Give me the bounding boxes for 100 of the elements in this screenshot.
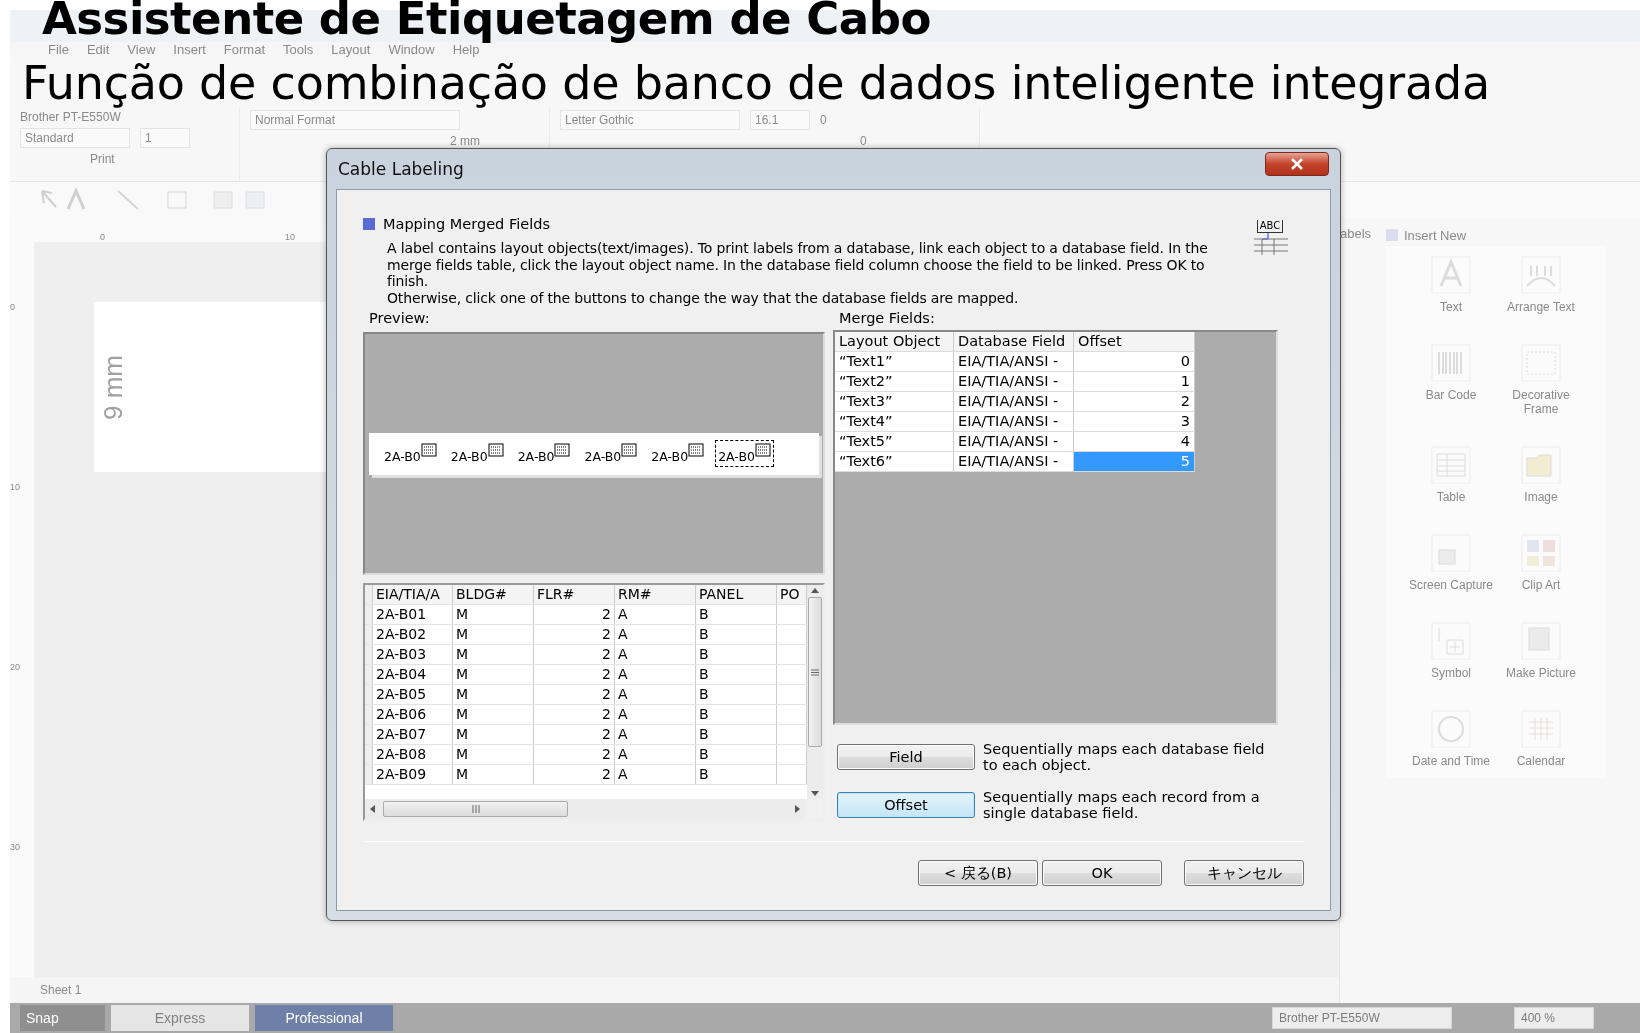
printer-name: Brother PT-E550W bbox=[20, 110, 121, 124]
table-icon bbox=[554, 443, 571, 457]
column-header[interactable]: Layout Object bbox=[835, 332, 954, 351]
table-cell: A bbox=[615, 765, 696, 784]
table-cell: A bbox=[615, 685, 696, 704]
dialog-title: Cable Labeling bbox=[338, 159, 464, 179]
row-header[interactable] bbox=[365, 725, 373, 744]
row-header[interactable] bbox=[365, 685, 373, 704]
table-cell: A bbox=[615, 625, 696, 644]
vertical-scrollbar[interactable] bbox=[807, 585, 823, 799]
picture-icon[interactable] bbox=[1521, 622, 1561, 660]
ruler-number: 0 bbox=[10, 302, 16, 312]
square-icon bbox=[363, 218, 375, 230]
square-icon bbox=[1386, 229, 1398, 241]
cancel-button[interactable]: キャンセル bbox=[1184, 860, 1304, 886]
horizontal-scrollbar[interactable] bbox=[365, 799, 805, 819]
column-header[interactable]: PO bbox=[777, 585, 807, 604]
clock-icon[interactable] bbox=[1431, 710, 1471, 748]
scroll-thumb[interactable] bbox=[808, 597, 822, 747]
insert-item-label: Symbol bbox=[1431, 666, 1471, 680]
barcode-icon[interactable] bbox=[1431, 344, 1471, 382]
abc-label: ABC bbox=[1256, 220, 1284, 233]
preview-label-item[interactable]: 2A-B0 bbox=[715, 440, 774, 467]
ruler-number: 0 bbox=[100, 232, 105, 242]
table-icon bbox=[621, 443, 638, 457]
mapping-button[interactable]: Offset bbox=[837, 792, 975, 818]
row-header[interactable] bbox=[365, 705, 373, 724]
zoom-dropdown[interactable]: 400 % bbox=[1514, 1007, 1594, 1029]
insert-item-label: Date and Time bbox=[1411, 754, 1490, 768]
merge-fields-label: Merge Fields: bbox=[838, 310, 936, 328]
ruler-number: 10 bbox=[285, 232, 296, 242]
headline-subtitle: Função de combinação de banco de dados inteligente integrada bbox=[22, 58, 1490, 108]
row-header[interactable] bbox=[365, 585, 373, 604]
insert-item-label: Image bbox=[1524, 490, 1558, 504]
printer-dropdown[interactable]: Brother PT-E550W bbox=[1272, 1007, 1452, 1029]
preview-label-item[interactable]: 2A-B0 bbox=[514, 440, 574, 467]
indent-value: 0 bbox=[859, 134, 867, 148]
column-header[interactable]: EIA/TIA/A bbox=[373, 585, 453, 604]
close-button[interactable] bbox=[1265, 152, 1329, 176]
panel-title: Insert New bbox=[1404, 227, 1467, 243]
scroll-thumb[interactable] bbox=[383, 801, 568, 817]
mapping-button[interactable]: Field bbox=[837, 744, 975, 770]
tape-width-label: 9 mm bbox=[98, 354, 129, 420]
mode-tab[interactable]: Professional bbox=[255, 1005, 393, 1031]
calendar-icon[interactable] bbox=[1521, 710, 1561, 748]
row-header[interactable] bbox=[365, 645, 373, 664]
section-title: Mapping Merged Fields bbox=[383, 216, 550, 232]
back-button[interactable]: < 戻る(B) bbox=[918, 860, 1038, 886]
row-header[interactable] bbox=[365, 745, 373, 764]
description-text: A label contains layout objects(text/images). To print labels from a database, link each object to a database field. In the merge fields table, click the layout object name. In the database field column choose the field to be linked. Press OK to finish. bbox=[386, 240, 1209, 290]
headline-title: Assistente de Etiquetagem de Cabo bbox=[42, 0, 931, 42]
close-icon bbox=[1291, 158, 1303, 170]
mapping-description: Sequentially maps each database field to each object. bbox=[983, 741, 1266, 773]
up-arrow-icon[interactable] bbox=[811, 587, 819, 593]
column-header[interactable]: BLDG# bbox=[453, 585, 534, 604]
table-cell: A bbox=[615, 645, 696, 664]
ruler-number: 20 bbox=[10, 662, 21, 672]
image-icon[interactable] bbox=[1521, 446, 1561, 484]
margin-value: 2 mm bbox=[449, 134, 480, 148]
insert-item-label: Make Picture bbox=[1506, 666, 1576, 680]
table-cell: A bbox=[615, 665, 696, 684]
down-arrow-icon[interactable] bbox=[811, 791, 819, 797]
insert-item-label: Bar Code bbox=[1425, 388, 1477, 402]
table-icon bbox=[420, 443, 437, 457]
preview-label-item[interactable]: 2A-B0 bbox=[648, 440, 708, 467]
row-header[interactable] bbox=[365, 625, 373, 644]
insert-item-label: Text bbox=[1440, 300, 1462, 314]
ok-button[interactable]: OK bbox=[1042, 860, 1162, 886]
symbol-icon[interactable] bbox=[1431, 622, 1471, 660]
column-header[interactable]: RM# bbox=[615, 585, 696, 604]
ruler-number: 30 bbox=[10, 842, 21, 852]
table-cell: A bbox=[615, 725, 696, 744]
text-icon[interactable] bbox=[1431, 256, 1471, 294]
left-arrow-icon[interactable] bbox=[369, 805, 375, 813]
arrange-icon[interactable] bbox=[1521, 256, 1561, 294]
column-header[interactable]: Offset bbox=[1074, 332, 1195, 351]
ruler-number: 10 bbox=[10, 482, 21, 492]
column-header[interactable]: PANEL bbox=[696, 585, 777, 604]
spacing-value: 0 bbox=[820, 113, 827, 127]
table-icon bbox=[487, 443, 504, 457]
preview-label-item[interactable]: 2A-B0 bbox=[581, 440, 641, 467]
row-header[interactable] bbox=[365, 765, 373, 784]
preview-label-item[interactable]: 2A-B0 bbox=[447, 440, 507, 467]
capture-icon[interactable] bbox=[1431, 534, 1471, 572]
row-header[interactable] bbox=[365, 665, 373, 684]
insert-item-label: Table bbox=[1436, 490, 1466, 504]
table-icon[interactable] bbox=[1431, 446, 1471, 484]
grip-icon bbox=[811, 668, 819, 676]
table-cell: A bbox=[615, 605, 696, 624]
clipart-icon[interactable] bbox=[1521, 534, 1561, 572]
table-icon bbox=[754, 443, 771, 457]
insert-item-label: Decorative Frame bbox=[1511, 388, 1571, 416]
insert-item-label: Arrange Text bbox=[1507, 300, 1575, 314]
row-header[interactable] bbox=[365, 605, 373, 624]
column-header[interactable]: Database Field bbox=[954, 332, 1074, 351]
grip-icon bbox=[471, 805, 480, 813]
insert-item-label: Clip Art bbox=[1521, 578, 1561, 592]
column-header[interactable]: FLR# bbox=[534, 585, 615, 604]
right-arrow-icon[interactable] bbox=[795, 805, 801, 813]
table-icon bbox=[688, 443, 705, 457]
